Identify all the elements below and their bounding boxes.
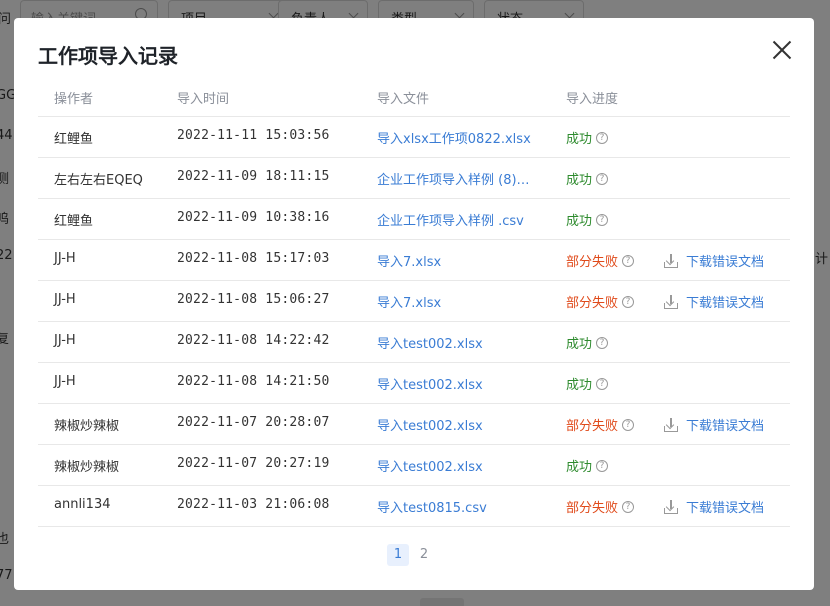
status-text: 成功 bbox=[566, 214, 593, 229]
table-row: 红鲤鱼 2022-11-11 15:03:56 导入xlsx工作项0822.xlsx… bbox=[38, 117, 790, 158]
help-icon[interactable]: ? bbox=[596, 172, 609, 185]
status-cell: 成功? bbox=[566, 333, 609, 352]
file-link[interactable]: 导入test002.xlsx bbox=[377, 456, 483, 475]
status-cell: 成功? bbox=[566, 169, 609, 188]
table-row: 辣椒炒辣椒 2022-11-07 20:28:07 导入test002.xlsx 部分… bbox=[38, 404, 790, 445]
table-row: 左右左右EQEQ 2022-11-09 18:11:15 企业工作项导入样例 (8)… bbox=[38, 158, 790, 199]
operator-cell: JJ-H bbox=[54, 374, 76, 389]
status-text: 成功 bbox=[566, 378, 593, 393]
download-error-doc-button[interactable]: 下载错误文档 bbox=[664, 292, 764, 311]
status-cell: 部分失败? bbox=[566, 251, 635, 270]
column-operator: 操作者 bbox=[54, 92, 94, 107]
status-cell: 成功? bbox=[566, 456, 609, 475]
file-link[interactable]: 导入xlsx工作项0822.xlsx bbox=[377, 128, 531, 147]
time-cell: 2022-11-08 14:22:42 bbox=[177, 333, 330, 348]
time-cell: 2022-11-08 15:17:03 bbox=[177, 251, 330, 266]
help-icon[interactable]: ? bbox=[596, 377, 609, 390]
time-cell: 2022-11-11 15:03:56 bbox=[177, 128, 330, 143]
status-text: 成功 bbox=[566, 337, 593, 352]
download-error-doc-button[interactable]: 下载错误文档 bbox=[664, 497, 764, 516]
status-text: 部分失败 bbox=[566, 255, 619, 270]
help-icon[interactable]: ? bbox=[622, 418, 635, 431]
download-icon bbox=[664, 499, 678, 514]
status-text: 部分失败 bbox=[566, 501, 619, 516]
download-error-doc-button[interactable]: 下载错误文档 bbox=[664, 251, 764, 270]
status-text: 部分失败 bbox=[566, 296, 619, 311]
file-link[interactable]: 导入7.xlsx bbox=[377, 292, 441, 311]
status-cell: 成功? bbox=[566, 374, 609, 393]
status-cell: 部分失败? bbox=[566, 497, 635, 516]
download-icon bbox=[664, 294, 678, 309]
status-cell: 部分失败? bbox=[566, 292, 635, 311]
status-text: 成功 bbox=[566, 132, 593, 147]
download-label: 下载错误文档 bbox=[686, 501, 765, 516]
operator-cell: annli134 bbox=[54, 497, 111, 512]
column-time: 导入时间 bbox=[177, 92, 230, 107]
download-error-doc-button[interactable]: 下载错误文档 bbox=[664, 415, 764, 434]
operator-cell: 辣椒炒辣椒 bbox=[54, 460, 120, 475]
file-link[interactable]: 导入test002.xlsx bbox=[377, 374, 483, 393]
table-row: JJ-H 2022-11-08 15:17:03 导入7.xlsx 部分失败? 下载错误… bbox=[38, 240, 790, 281]
file-link[interactable]: 导入test002.xlsx bbox=[377, 333, 483, 352]
table-row: 红鲤鱼 2022-11-09 10:38:16 企业工作项导入样例 .csv 成功? bbox=[38, 199, 790, 240]
table-row: JJ-H 2022-11-08 14:22:42 导入test002.xlsx 成功? bbox=[38, 322, 790, 363]
table-row: JJ-H 2022-11-08 14:21:50 导入test002.xlsx 成功? bbox=[38, 363, 790, 404]
table-body: 红鲤鱼 2022-11-11 15:03:56 导入xlsx工作项0822.xlsx… bbox=[38, 117, 790, 527]
page-2-button[interactable]: 2 bbox=[413, 544, 435, 566]
time-cell: 2022-11-08 15:06:27 bbox=[177, 292, 330, 307]
file-link[interactable]: 导入7.xlsx bbox=[377, 251, 441, 270]
operator-cell: 红鲤鱼 bbox=[54, 214, 94, 229]
status-text: 成功 bbox=[566, 173, 593, 188]
time-cell: 2022-11-09 18:11:15 bbox=[177, 169, 330, 184]
table-row: 辣椒炒辣椒 2022-11-07 20:27:19 导入test002.xlsx 成功… bbox=[38, 445, 790, 486]
help-icon[interactable]: ? bbox=[596, 213, 609, 226]
download-icon bbox=[664, 417, 678, 432]
operator-cell: JJ-H bbox=[54, 333, 76, 348]
help-icon[interactable]: ? bbox=[596, 336, 609, 349]
time-cell: 2022-11-09 10:38:16 bbox=[177, 210, 330, 225]
status-cell: 部分失败? bbox=[566, 415, 635, 434]
time-cell: 2022-11-03 21:06:08 bbox=[177, 497, 330, 512]
help-icon[interactable]: ? bbox=[596, 459, 609, 472]
status-text: 部分失败 bbox=[566, 419, 619, 434]
status-cell: 成功? bbox=[566, 128, 609, 147]
time-cell: 2022-11-08 14:21:50 bbox=[177, 374, 330, 389]
download-label: 下载错误文档 bbox=[686, 296, 765, 311]
table-header: 操作者 导入时间 导入文件 导入进度 bbox=[38, 76, 790, 117]
file-link[interactable]: 企业工作项导入样例 (8)… bbox=[377, 169, 530, 188]
help-icon[interactable]: ? bbox=[622, 500, 635, 513]
status-cell: 成功? bbox=[566, 210, 609, 229]
modal-title: 工作项导入记录 bbox=[38, 44, 178, 68]
download-label: 下载错误文档 bbox=[686, 255, 765, 270]
download-icon bbox=[664, 253, 678, 268]
help-icon[interactable]: ? bbox=[622, 254, 635, 267]
status-text: 成功 bbox=[566, 460, 593, 475]
import-records-modal: 工作项导入记录 操作者 导入时间 导入文件 导入进度 红鲤鱼 2022-11-11… bbox=[14, 18, 814, 590]
close-icon[interactable] bbox=[772, 40, 792, 60]
pagination: 1 2 bbox=[387, 544, 435, 566]
import-records-table: 操作者 导入时间 导入文件 导入进度 红鲤鱼 2022-11-11 15:03:5… bbox=[38, 76, 790, 527]
time-cell: 2022-11-07 20:27:19 bbox=[177, 456, 330, 471]
operator-cell: JJ-H bbox=[54, 251, 76, 266]
download-label: 下载错误文档 bbox=[686, 419, 765, 434]
file-link[interactable]: 企业工作项导入样例 .csv bbox=[377, 210, 524, 229]
operator-cell: 辣椒炒辣椒 bbox=[54, 419, 120, 434]
file-link[interactable]: 导入test0815.csv bbox=[377, 497, 487, 516]
column-file: 导入文件 bbox=[377, 92, 430, 107]
page-1-button[interactable]: 1 bbox=[387, 544, 409, 566]
operator-cell: JJ-H bbox=[54, 292, 76, 307]
operator-cell: 左右左右EQEQ bbox=[54, 173, 143, 188]
help-icon[interactable]: ? bbox=[596, 131, 609, 144]
operator-cell: 红鲤鱼 bbox=[54, 132, 94, 147]
table-row: JJ-H 2022-11-08 15:06:27 导入7.xlsx 部分失败? 下载错误… bbox=[38, 281, 790, 322]
time-cell: 2022-11-07 20:28:07 bbox=[177, 415, 330, 430]
file-link[interactable]: 导入test002.xlsx bbox=[377, 415, 483, 434]
column-progress: 导入进度 bbox=[566, 92, 619, 107]
help-icon[interactable]: ? bbox=[622, 295, 635, 308]
table-row: annli134 2022-11-03 21:06:08 导入test0815.cs… bbox=[38, 486, 790, 527]
